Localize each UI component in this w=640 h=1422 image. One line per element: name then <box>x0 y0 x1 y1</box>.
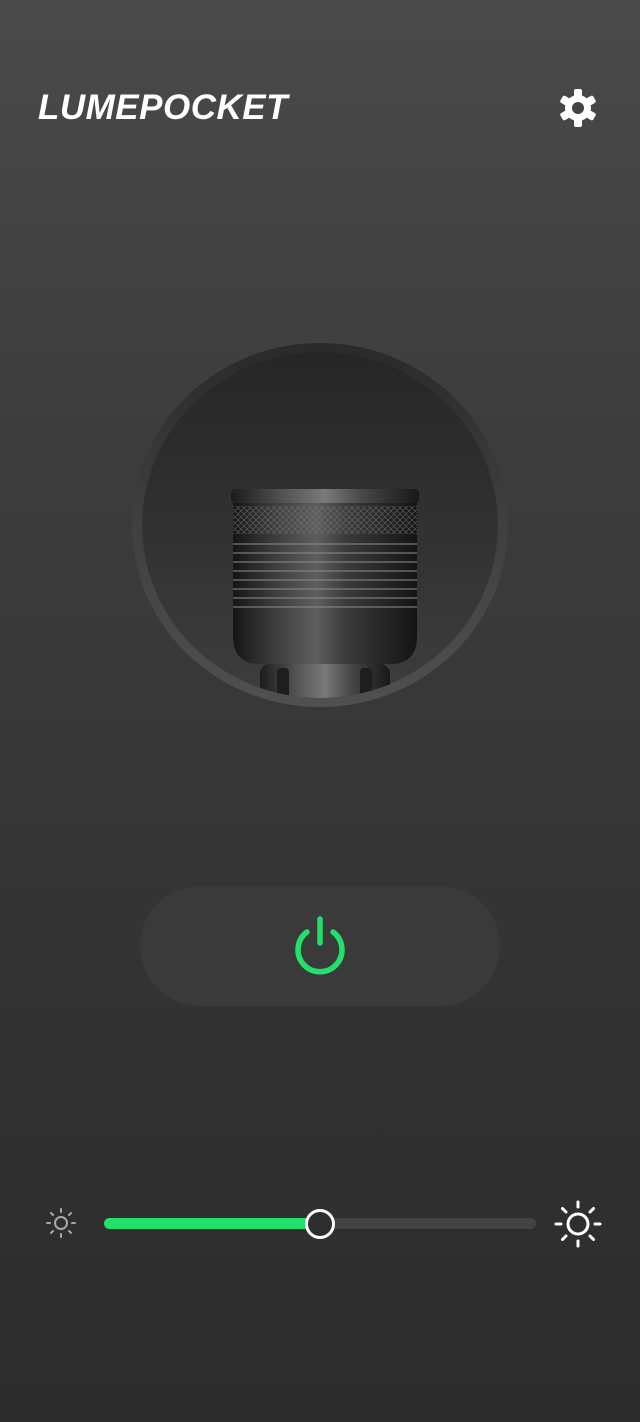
settings-button[interactable] <box>554 84 602 132</box>
gear-icon <box>560 89 596 127</box>
brightness-fill <box>104 1218 320 1229</box>
power-button[interactable] <box>140 886 500 1006</box>
brightness-control <box>0 1196 640 1252</box>
lens-window <box>142 352 498 698</box>
sun-small-icon <box>46 1208 76 1238</box>
brightness-slider[interactable] <box>104 1209 536 1239</box>
app-title: LUMEPOCKET <box>38 88 288 127</box>
sun-large-icon <box>554 1200 602 1248</box>
flashlight-display <box>132 343 508 707</box>
brightness-thumb[interactable] <box>305 1209 335 1239</box>
flashlight-head-image <box>231 489 419 698</box>
power-icon <box>295 916 345 975</box>
